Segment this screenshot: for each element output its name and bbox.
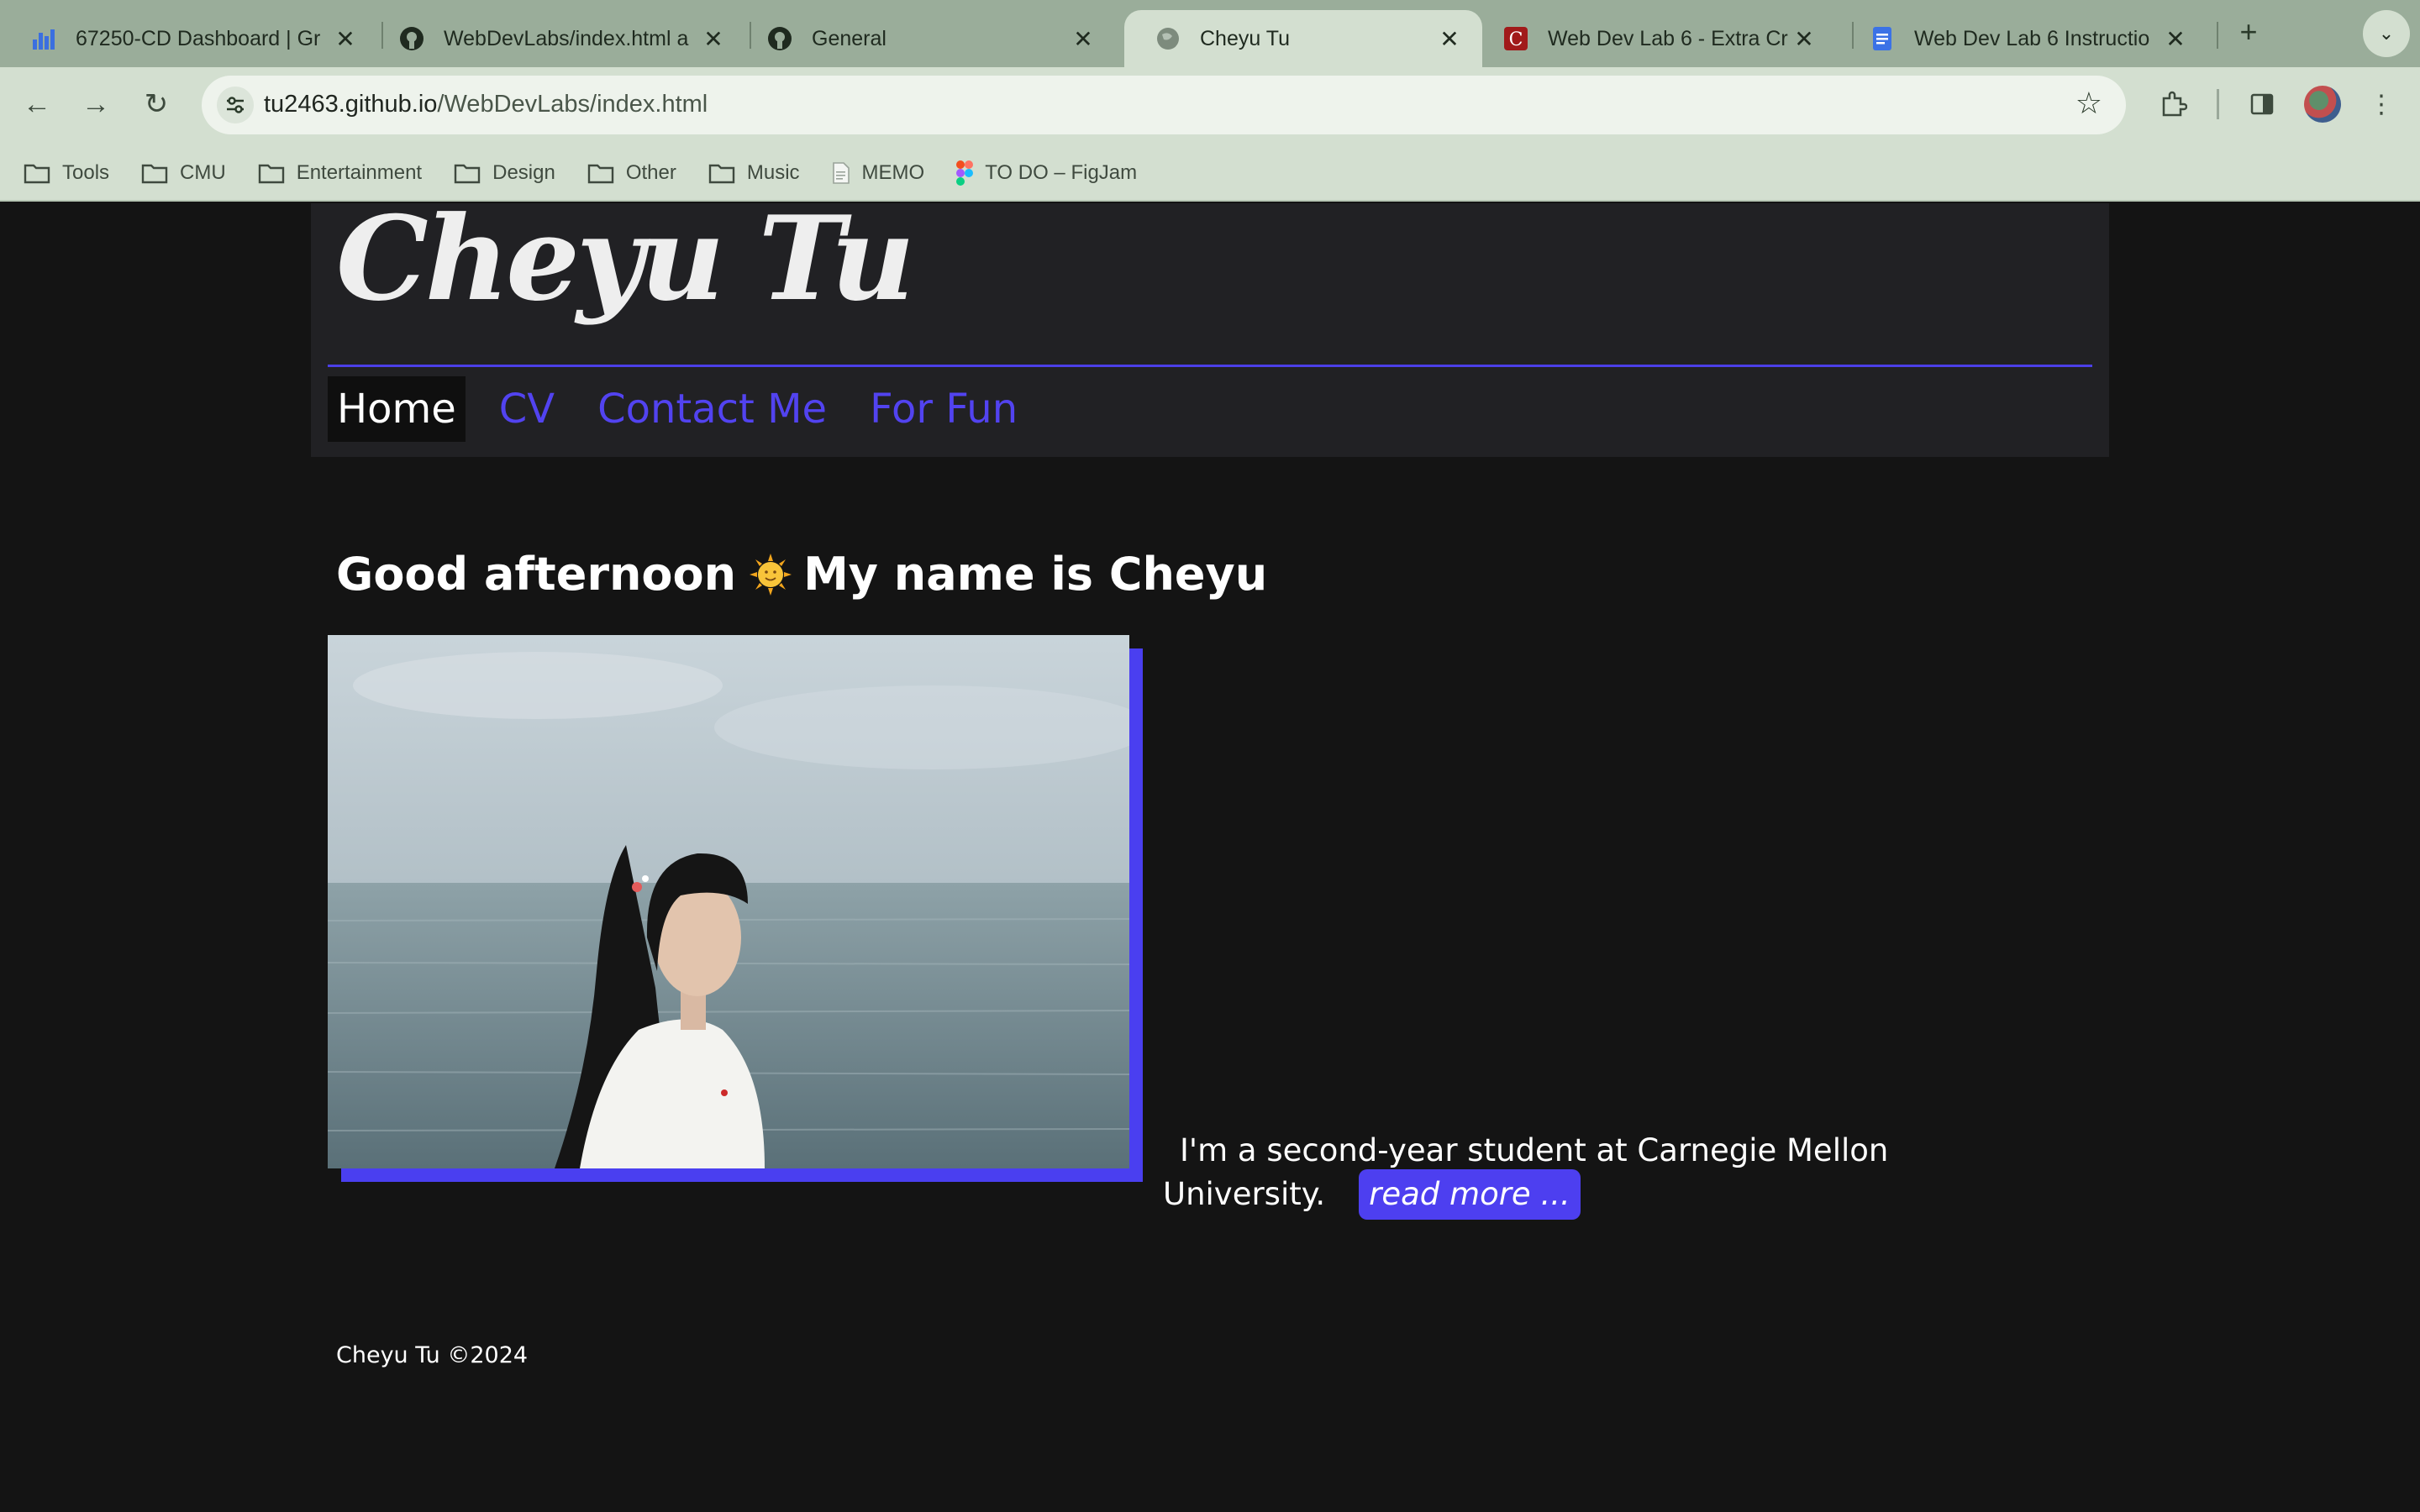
bookmark-memo[interactable]: MEMO (832, 161, 925, 185)
tab-dashboard[interactable]: 67250-CD Dashboard | Gr ✕ (0, 10, 378, 67)
close-icon[interactable]: ✕ (1069, 25, 1097, 53)
bookmark-tools[interactable]: Tools (24, 161, 109, 185)
tab-title: Web Dev Lab 6 Instructio (1914, 26, 2150, 50)
globe-icon (1155, 25, 1181, 52)
close-icon[interactable]: ✕ (331, 25, 360, 53)
new-tab-button[interactable]: + (2232, 15, 2265, 49)
tab-title: Cheyu Tu (1200, 26, 1291, 50)
bio-text: I'm a second-year student at Carnegie Me… (1163, 1132, 1919, 1220)
tab-title: General (812, 26, 886, 50)
bookmark-label: Other (625, 161, 676, 184)
folder-icon (708, 162, 735, 184)
bio-line: University. read more ... (1163, 1169, 1919, 1220)
footer-copyright: Cheyu Tu ©2024 (336, 1342, 529, 1368)
tab-web-dev-lab-instructions[interactable]: Web Dev Lab 6 Instructio ✕ (1839, 10, 2208, 67)
bar-chart-icon (30, 25, 57, 52)
bookmark-star-icon[interactable]: ☆ (2075, 86, 2102, 121)
reload-icon: ↻ (144, 88, 169, 120)
bio-line: I'm a second-year student at Carnegie Me… (1180, 1132, 1889, 1168)
nav-for-fun[interactable]: For Fun (860, 376, 1027, 442)
bookmark-entertainment[interactable]: Entertainment (258, 161, 422, 185)
arrow-left-icon: ← (23, 88, 51, 120)
arrow-right-icon: → (82, 88, 110, 120)
back-button[interactable]: ← (17, 84, 57, 124)
github-icon (398, 25, 425, 52)
tab-web-dev-lab-extra[interactable]: C Web Dev Lab 6 - Extra Cr ✕ (1472, 10, 1837, 67)
toolbar-divider (2217, 89, 2219, 119)
reload-button[interactable]: ↻ (136, 84, 176, 124)
greeting-heading: Good afternoon My name is Cheyu (336, 548, 1267, 601)
header-divider (328, 365, 2092, 367)
greeting-text: Good afternoon (336, 548, 737, 601)
tab-search-button[interactable]: ⌄ (2363, 10, 2410, 57)
tab-title: Web Dev Lab 6 - Extra Cr (1548, 26, 1788, 50)
bookmark-label: MEMO (861, 161, 925, 184)
bookmark-todo-figjam[interactable]: TO DO – FigJam (956, 160, 1137, 186)
nav-home[interactable]: Home (328, 376, 466, 442)
profile-photo (328, 635, 1129, 1168)
tab-cheyu-tu[interactable]: Cheyu Tu ✕ (1124, 10, 1482, 67)
close-icon[interactable]: ✕ (699, 25, 728, 53)
close-icon[interactable]: ✕ (1435, 25, 1464, 53)
sun-icon (750, 553, 792, 596)
bookmark-cmu[interactable]: CMU (141, 161, 226, 185)
greeting-name: My name is Cheyu (803, 548, 1268, 601)
chevron-down-icon: ⌄ (2378, 23, 2395, 44)
web-page: Cheyu Tu Home CV Contact Me For Fun Good… (0, 190, 2420, 1512)
figma-icon (956, 160, 974, 186)
github-icon (766, 25, 793, 52)
kebab-menu-icon[interactable]: ⋮ (2361, 84, 2402, 124)
address-bar[interactable]: tu2463.github.io/WebDevLabs/index.html ☆ (202, 76, 2126, 134)
site-nav: Home CV Contact Me For Fun (328, 376, 1051, 442)
site-logo: Cheyu Tu (336, 190, 915, 327)
tab-separator (2217, 22, 2218, 49)
side-panel-icon[interactable] (2242, 84, 2282, 124)
bookmark-other[interactable]: Other (587, 161, 676, 185)
bookmark-design[interactable]: Design (454, 161, 555, 185)
folder-icon (141, 162, 168, 184)
bookmark-music[interactable]: Music (708, 161, 800, 185)
url-text: tu2463.github.io/WebDevLabs/index.html (264, 91, 708, 118)
avatar[interactable] (2304, 86, 2341, 123)
folder-icon (24, 162, 50, 184)
tab-strip: 67250-CD Dashboard | Gr ✕ WebDevLabs/ind… (0, 0, 2420, 67)
canvas-icon: C (1502, 25, 1529, 52)
read-more-button[interactable]: read more ... (1359, 1169, 1581, 1220)
tab-title: 67250-CD Dashboard | Gr (76, 26, 321, 50)
nav-cv[interactable]: CV (490, 376, 564, 442)
bio-line-end: University. (1163, 1176, 1326, 1212)
bookmark-label: Design (492, 161, 555, 184)
site-settings-icon[interactable] (217, 87, 254, 123)
url-path: /WebDevLabs/index.html (437, 91, 708, 118)
svg-text:C: C (1509, 29, 1523, 50)
url-host: tu2463.github.io (264, 91, 438, 118)
bookmark-label: Tools (62, 161, 110, 184)
close-icon[interactable]: ✕ (1790, 25, 1818, 53)
bookmark-label: Entertainment (296, 161, 423, 184)
tab-general[interactable]: General ✕ (736, 10, 1116, 67)
docs-icon (1869, 25, 1896, 52)
file-icon (832, 161, 850, 185)
close-icon[interactable]: ✕ (2161, 25, 2190, 53)
bookmark-label: TO DO – FigJam (985, 161, 1138, 184)
folder-icon (587, 162, 614, 184)
folder-icon (454, 162, 481, 184)
extensions-icon[interactable] (2153, 84, 2193, 124)
tab-title: WebDevLabs/index.html a (444, 26, 689, 50)
bookmark-label: Music (746, 161, 800, 184)
site-header: Cheyu Tu Home CV Contact Me For Fun (311, 190, 2109, 457)
forward-button[interactable]: → (76, 84, 116, 124)
folder-icon (258, 162, 285, 184)
tab-webdevlabs[interactable]: WebDevLabs/index.html a ✕ (368, 10, 746, 67)
nav-contact-me[interactable]: Contact Me (588, 376, 836, 442)
bookmark-label: CMU (180, 161, 226, 184)
